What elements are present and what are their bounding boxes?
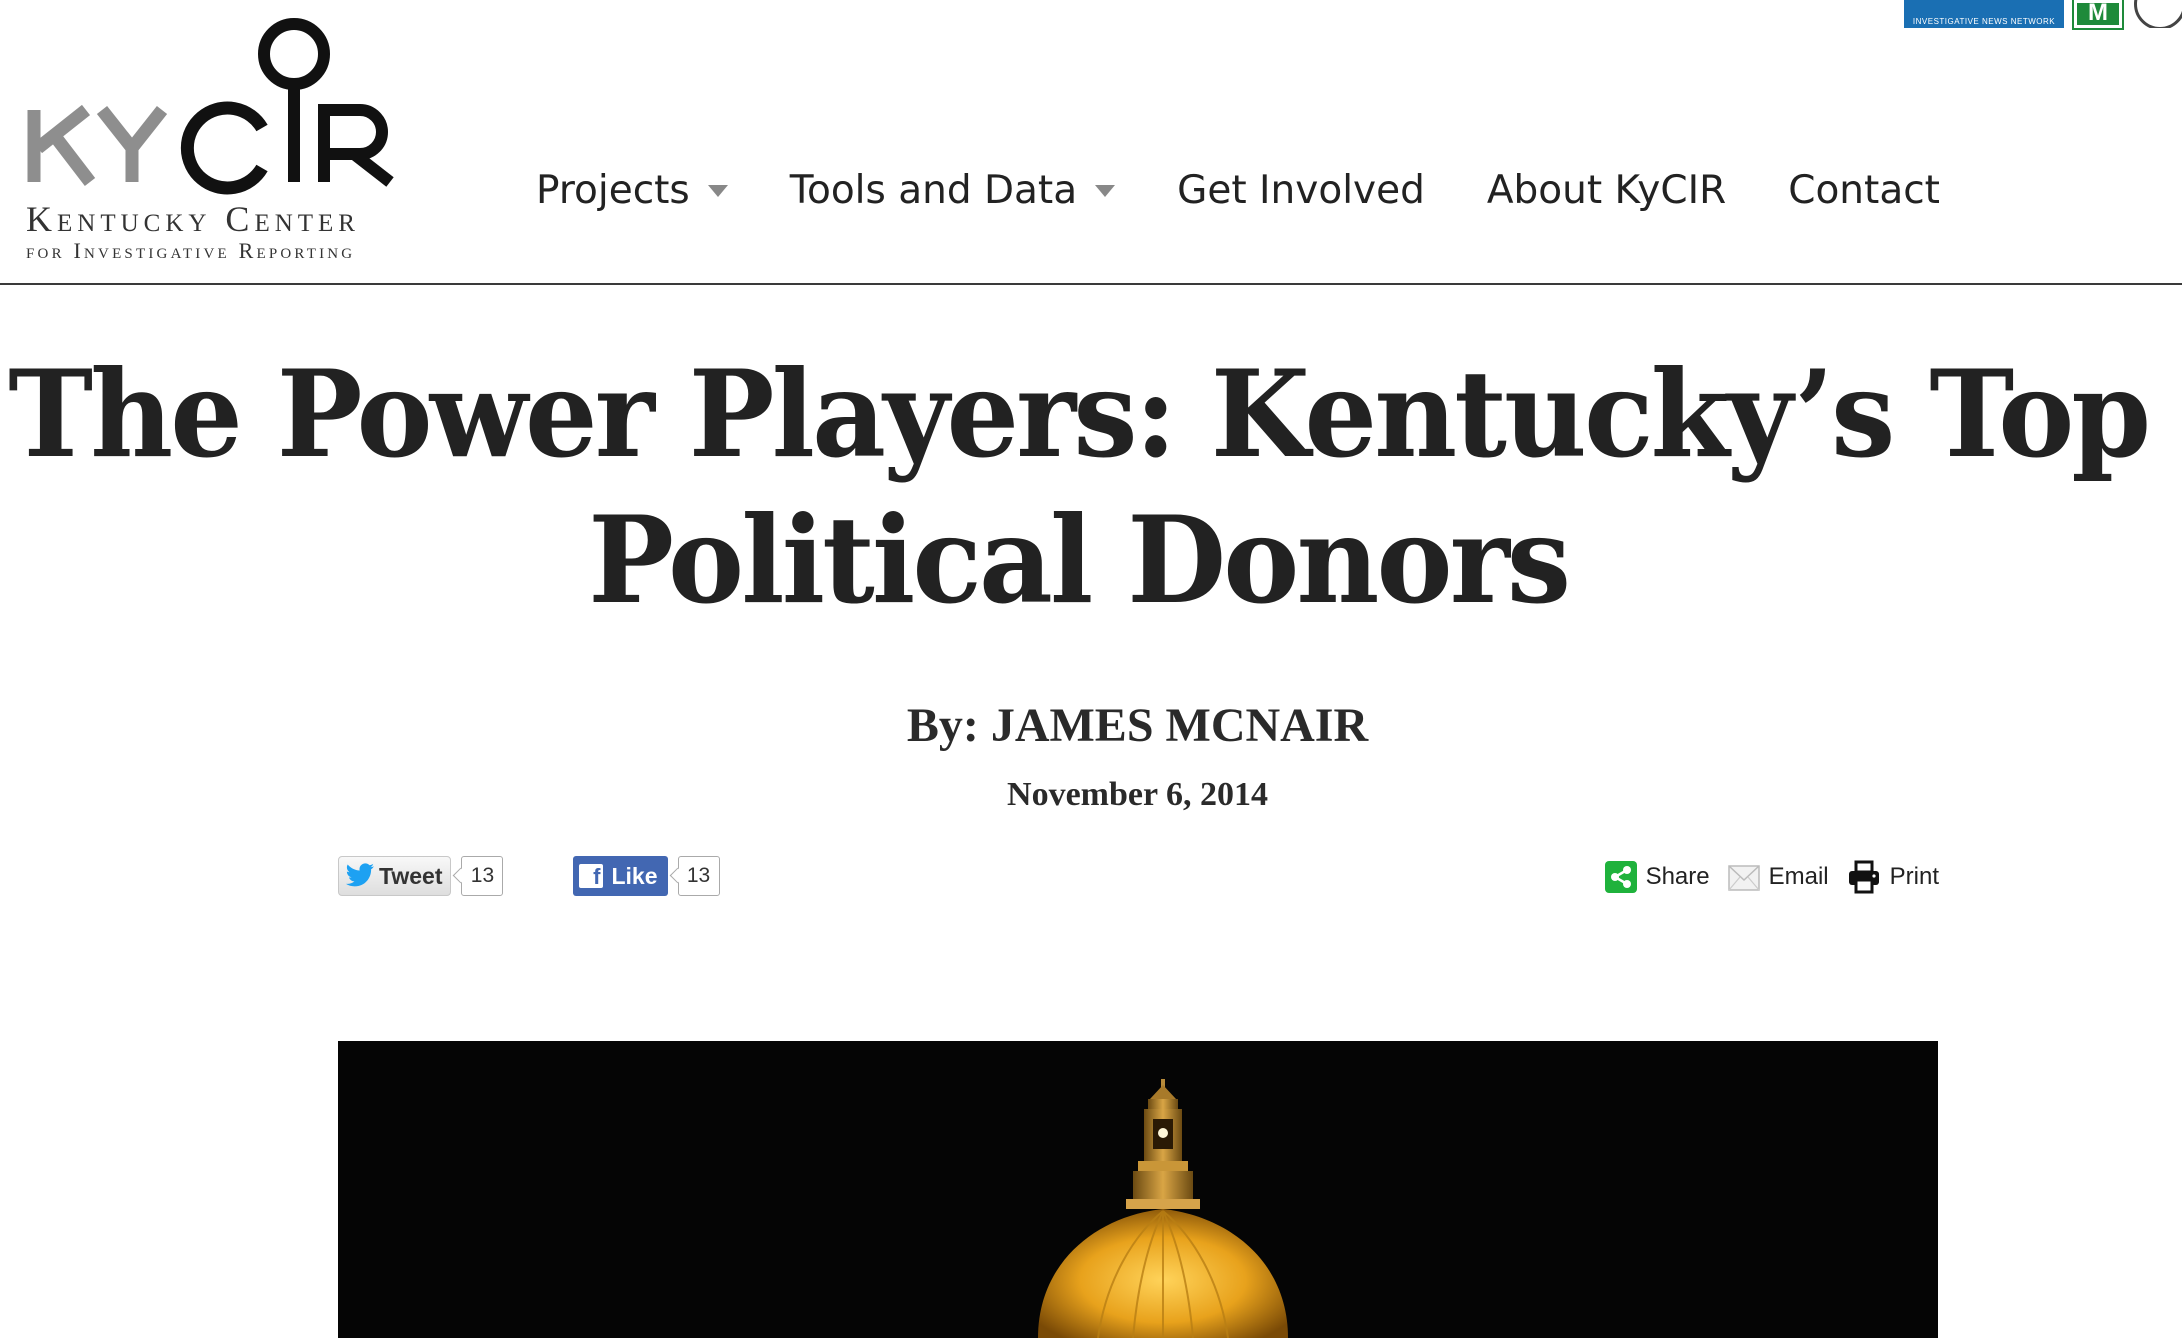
tweet-button[interactable]: Tweet: [338, 856, 452, 896]
article-hero-image: [338, 1041, 1938, 1338]
article-tools: Share Email Print: [1587, 860, 1939, 894]
article-date: November 6, 2014: [1007, 776, 1268, 813]
nav-item-about[interactable]: About KyCIR: [1487, 168, 1726, 213]
print-button[interactable]: Print: [1847, 860, 1939, 894]
kycir-wordmark-logo: [27, 18, 394, 195]
m-partner-badge[interactable]: M: [2072, 0, 2124, 30]
main-nav: Projects Tools and Data Get Involved Abo…: [536, 168, 2002, 213]
like-button-label: Like: [611, 862, 658, 889]
partner-badges: INVESTIGATIVE NEWS NETWORK M: [1904, 0, 2182, 30]
share-label: Share: [1645, 863, 1710, 890]
dropdown-caret-icon: [707, 184, 728, 197]
nav-item-label: About KyCIR: [1486, 168, 1727, 213]
nav-item-label: Tools and Data: [789, 168, 1078, 213]
article-byline: By: JAMES MCNAIR: [906, 699, 1369, 752]
share-icon: [1604, 861, 1637, 893]
logo-tagline-line1: Kentucky Center: [26, 199, 360, 239]
print-label: Print: [1889, 863, 1939, 890]
nav-item-label: Get Involved: [1177, 168, 1425, 213]
m-badge-text: M: [2088, 0, 2108, 26]
facebook-like-button[interactable]: f Like: [573, 856, 668, 896]
share-button[interactable]: Share: [1604, 861, 1710, 893]
article-title-line1: The Power Players: Kentucky’s Top: [8, 344, 2151, 485]
nav-item-projects[interactable]: Projects: [536, 168, 728, 213]
inn-badge-text: INVESTIGATIVE NEWS NETWORK: [1912, 17, 2056, 26]
article-title: The Power Players: Kentucky’s Top Politi…: [0, 342, 2157, 634]
like-count: 13: [677, 856, 720, 896]
article-title-line2: Political Donors: [588, 490, 1571, 631]
clock-partner-icon[interactable]: [2132, 0, 2182, 28]
twitter-bird-icon: [345, 863, 374, 887]
printer-icon: [1848, 860, 1879, 894]
tweet-count: 13: [461, 856, 504, 896]
site-logo[interactable]: Kentucky Center for Investigative Report…: [24, 10, 414, 263]
nav-item-contact[interactable]: Contact: [1788, 168, 1940, 213]
email-button[interactable]: Email: [1727, 861, 1829, 893]
inn-partner-badge[interactable]: INVESTIGATIVE NEWS NETWORK: [1904, 0, 2064, 28]
envelope-icon: [1727, 865, 1760, 891]
site-header: Kentucky Center for Investigative Report…: [0, 0, 2182, 285]
nav-item-get-involved[interactable]: Get Involved: [1177, 168, 1425, 213]
dropdown-caret-icon: [1095, 184, 1116, 197]
tweet-button-label: Tweet: [379, 862, 443, 889]
social-share-buttons: Tweet 13 f Like 13: [338, 856, 720, 896]
nav-item-label: Contact: [1788, 168, 1940, 213]
email-label: Email: [1768, 863, 1829, 890]
capitol-dome-photo: [338, 1041, 1938, 1338]
nav-item-label: Projects: [536, 168, 690, 213]
logo-tagline-line2: for Investigative Reporting: [26, 238, 356, 263]
nav-item-tools-and-data[interactable]: Tools and Data: [789, 168, 1116, 213]
facebook-f-icon: f: [579, 864, 604, 888]
